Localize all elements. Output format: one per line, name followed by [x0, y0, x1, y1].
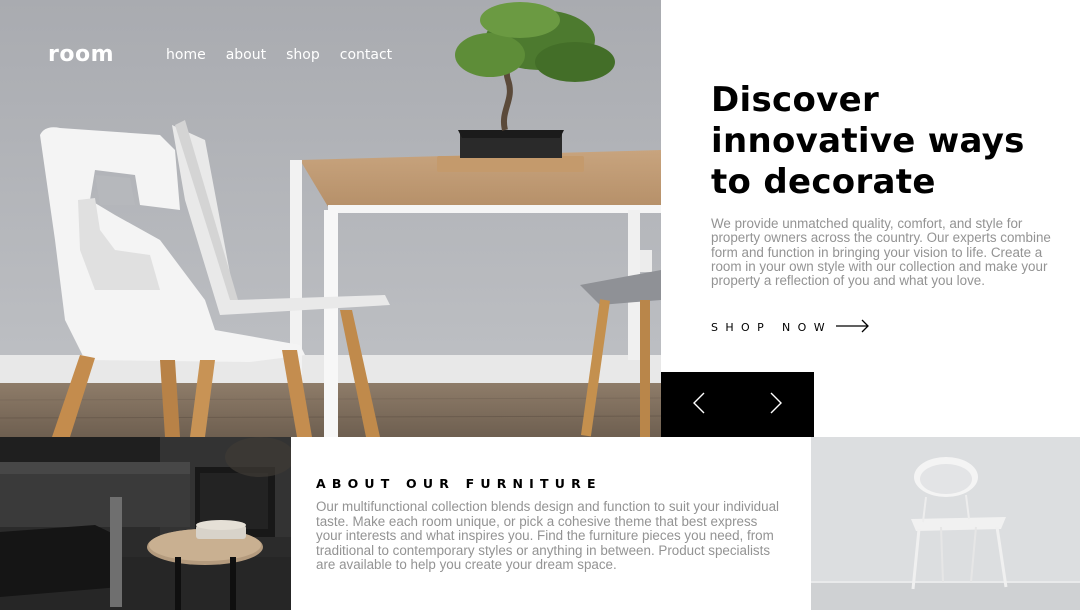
slider-controls: [661, 372, 814, 437]
about-description: Our multifunctional collection blends de…: [316, 499, 779, 572]
nav-link-about[interactable]: about: [226, 47, 266, 63]
shop-now-label: SHOP NOW: [711, 321, 833, 334]
slider-prev-button[interactable]: [661, 372, 738, 437]
hero-description: We provide unmatched quality, comfort, a…: [711, 216, 1051, 289]
main-nav: room home about shop contact: [48, 42, 392, 67]
nav-link-contact[interactable]: contact: [340, 47, 392, 63]
logo[interactable]: room: [48, 42, 114, 67]
dark-room-illustration: [0, 437, 291, 610]
chevron-right-icon: [770, 392, 782, 418]
chevron-left-icon: [693, 392, 705, 418]
about-image-light: [811, 437, 1080, 610]
about-section: ABOUT OUR FURNITURE Our multifunctional …: [316, 476, 786, 573]
about-image-dark: [0, 437, 291, 610]
nav-link-shop[interactable]: shop: [286, 47, 320, 63]
shop-now-link[interactable]: SHOP NOW: [711, 318, 870, 337]
nav-link-home[interactable]: home: [166, 47, 206, 63]
white-chair-illustration: [811, 437, 1080, 610]
arrow-right-icon: [836, 318, 870, 337]
slider-next-button[interactable]: [738, 372, 815, 437]
about-title: ABOUT OUR FURNITURE: [316, 476, 602, 491]
nav-links: home about shop contact: [166, 47, 392, 63]
hero-title: Discover innovative ways to decorate: [711, 80, 1056, 203]
hero-title-line: innovative ways: [711, 121, 1025, 161]
hero-content: Discover innovative ways to decorate We …: [711, 80, 1056, 288]
hero-title-line: Discover: [711, 80, 880, 120]
hero-title-line: to decorate: [711, 162, 936, 202]
hero-image: room home about shop contact: [0, 0, 661, 437]
